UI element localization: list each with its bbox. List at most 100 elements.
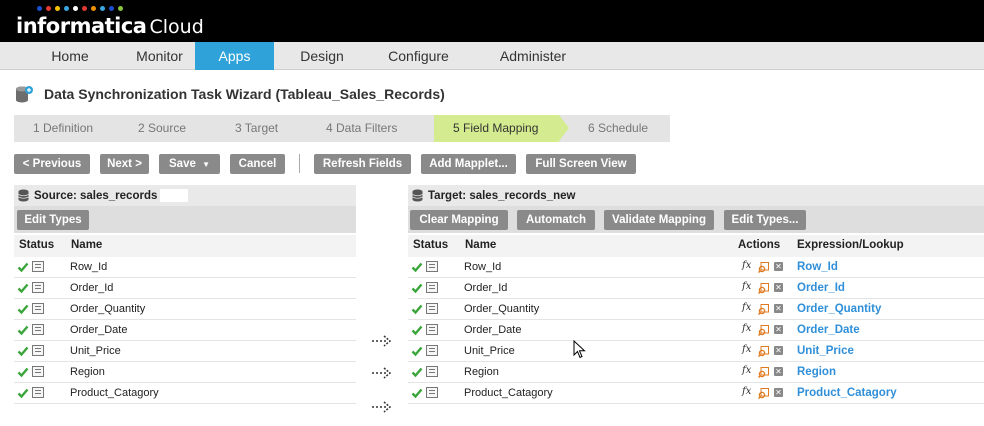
logo[interactable]: informatica Cloud bbox=[16, 14, 204, 38]
validate-mapping-button[interactable]: Validate Mapping bbox=[604, 210, 714, 230]
lookup-icon[interactable] bbox=[757, 304, 769, 316]
table-row[interactable]: Region fx ✕ Region bbox=[408, 362, 984, 383]
fx-icon[interactable]: fx bbox=[742, 386, 751, 397]
field-name: Region bbox=[70, 366, 105, 378]
table-row[interactable]: Order_Date bbox=[14, 320, 356, 341]
table-row[interactable]: Order_Id bbox=[14, 278, 356, 299]
fx-icon[interactable]: fx bbox=[742, 323, 751, 334]
field-details-icon[interactable] bbox=[426, 366, 438, 377]
expression-link[interactable]: Product_Catagory bbox=[797, 387, 897, 399]
map-arrow-icon bbox=[372, 335, 392, 347]
brand-dot bbox=[55, 6, 60, 11]
expression-link[interactable]: Region bbox=[797, 366, 836, 378]
col-expression: Expression/Lookup bbox=[797, 239, 904, 251]
table-row[interactable]: Row_Id bbox=[14, 257, 356, 278]
field-details-icon[interactable] bbox=[426, 387, 438, 398]
delete-icon[interactable]: ✕ bbox=[774, 325, 783, 334]
save-button[interactable]: Save ▼ bbox=[159, 154, 220, 174]
main-nav: Home Monitor Apps Design Configure Admin… bbox=[0, 42, 984, 70]
lookup-icon[interactable] bbox=[757, 325, 769, 337]
expression-link[interactable]: Order_Id bbox=[797, 282, 845, 294]
check-icon bbox=[17, 303, 29, 315]
delete-icon[interactable]: ✕ bbox=[774, 346, 783, 355]
field-details-icon[interactable] bbox=[32, 345, 44, 356]
refresh-fields-button[interactable]: Refresh Fields bbox=[314, 154, 411, 174]
nav-tab-design[interactable]: Design bbox=[274, 42, 370, 70]
field-details-icon[interactable] bbox=[32, 303, 44, 314]
table-row[interactable]: Row_Id fx ✕ Row_Id bbox=[408, 257, 984, 278]
field-details-icon[interactable] bbox=[426, 345, 438, 356]
field-name: Product_Catagory bbox=[464, 387, 553, 399]
field-details-icon[interactable] bbox=[32, 261, 44, 272]
field-name: Unit_Price bbox=[70, 345, 121, 357]
automatch-button[interactable]: Automatch bbox=[517, 210, 595, 230]
table-row[interactable]: Product_Catagory bbox=[14, 383, 356, 404]
fx-icon[interactable]: fx bbox=[742, 260, 751, 271]
table-row[interactable]: Product_Catagory fx ✕ Product_Catagory bbox=[408, 383, 984, 404]
step-target[interactable]: 3 Target bbox=[216, 115, 307, 142]
lookup-icon[interactable] bbox=[757, 346, 769, 358]
lookup-icon[interactable] bbox=[757, 367, 769, 379]
step-field-mapping[interactable]: 5 Field Mapping bbox=[434, 115, 569, 142]
step-data-filters[interactable]: 4 Data Filters bbox=[307, 115, 434, 142]
table-row[interactable]: Order_Id fx ✕ Order_Id bbox=[408, 278, 984, 299]
lookup-icon[interactable] bbox=[757, 283, 769, 295]
lookup-icon[interactable] bbox=[757, 262, 769, 274]
expression-link[interactable]: Row_Id bbox=[797, 261, 838, 273]
check-icon bbox=[411, 261, 423, 273]
add-mapplet-button[interactable]: Add Mapplet... bbox=[421, 154, 516, 174]
expression-link[interactable]: Unit_Price bbox=[797, 345, 854, 357]
delete-icon[interactable]: ✕ bbox=[774, 367, 783, 376]
field-name: Order_Quantity bbox=[464, 303, 540, 315]
delete-icon[interactable]: ✕ bbox=[774, 262, 783, 271]
brand-name: informatica bbox=[16, 14, 147, 38]
fx-icon[interactable]: fx bbox=[742, 302, 751, 313]
fx-icon[interactable]: fx bbox=[742, 281, 751, 292]
lookup-icon[interactable] bbox=[757, 388, 769, 400]
table-row[interactable]: Region bbox=[14, 362, 356, 383]
field-name: Row_Id bbox=[70, 261, 108, 273]
database-icon bbox=[18, 189, 29, 202]
col-status: Status bbox=[19, 239, 55, 251]
fx-icon[interactable]: fx bbox=[742, 365, 751, 376]
field-details-icon[interactable] bbox=[32, 366, 44, 377]
table-row[interactable]: Order_Quantity fx ✕ Order_Quantity bbox=[408, 299, 984, 320]
cancel-button[interactable]: Cancel bbox=[230, 154, 285, 174]
step-definition[interactable]: 1 Definition bbox=[14, 115, 119, 142]
map-arrow-icon bbox=[372, 367, 392, 379]
previous-button[interactable]: < Previous bbox=[14, 154, 90, 174]
field-details-icon[interactable] bbox=[32, 324, 44, 335]
field-details-icon[interactable] bbox=[32, 282, 44, 293]
nav-tab-home[interactable]: Home bbox=[16, 42, 124, 70]
nav-tab-monitor[interactable]: Monitor bbox=[124, 42, 195, 70]
field-details-icon[interactable] bbox=[426, 261, 438, 272]
table-row[interactable]: Unit_Price fx ✕ Unit_Price bbox=[408, 341, 984, 362]
field-details-icon[interactable] bbox=[32, 387, 44, 398]
delete-icon[interactable]: ✕ bbox=[774, 388, 783, 397]
table-row[interactable]: Unit_Price bbox=[14, 341, 356, 362]
nav-tab-configure[interactable]: Configure bbox=[370, 42, 467, 70]
next-button[interactable]: Next > bbox=[100, 154, 149, 174]
full-screen-view-button[interactable]: Full Screen View bbox=[526, 154, 636, 174]
brand-dots bbox=[37, 6, 123, 12]
fx-icon[interactable]: fx bbox=[742, 344, 751, 355]
clear-mapping-button[interactable]: Clear Mapping bbox=[410, 210, 508, 230]
edit-types-target-button[interactable]: Edit Types... bbox=[724, 210, 806, 230]
step-schedule[interactable]: 6 Schedule bbox=[559, 115, 670, 142]
table-row[interactable]: Order_Date fx ✕ Order_Date bbox=[408, 320, 984, 341]
brand-product: Cloud bbox=[149, 16, 204, 38]
field-details-icon[interactable] bbox=[426, 282, 438, 293]
step-source[interactable]: 2 Source bbox=[119, 115, 216, 142]
nav-tab-apps[interactable]: Apps bbox=[195, 42, 274, 70]
delete-icon[interactable]: ✕ bbox=[774, 304, 783, 313]
data-sync-icon bbox=[14, 84, 34, 104]
nav-tab-administer[interactable]: Administer bbox=[467, 42, 599, 70]
field-details-icon[interactable] bbox=[426, 303, 438, 314]
delete-icon[interactable]: ✕ bbox=[774, 283, 783, 292]
table-row[interactable]: Order_Quantity bbox=[14, 299, 356, 320]
expression-link[interactable]: Order_Quantity bbox=[797, 303, 881, 315]
field-details-icon[interactable] bbox=[426, 324, 438, 335]
field-name: Order_Date bbox=[464, 324, 522, 336]
expression-link[interactable]: Order_Date bbox=[797, 324, 860, 336]
edit-types-button[interactable]: Edit Types bbox=[17, 210, 89, 230]
